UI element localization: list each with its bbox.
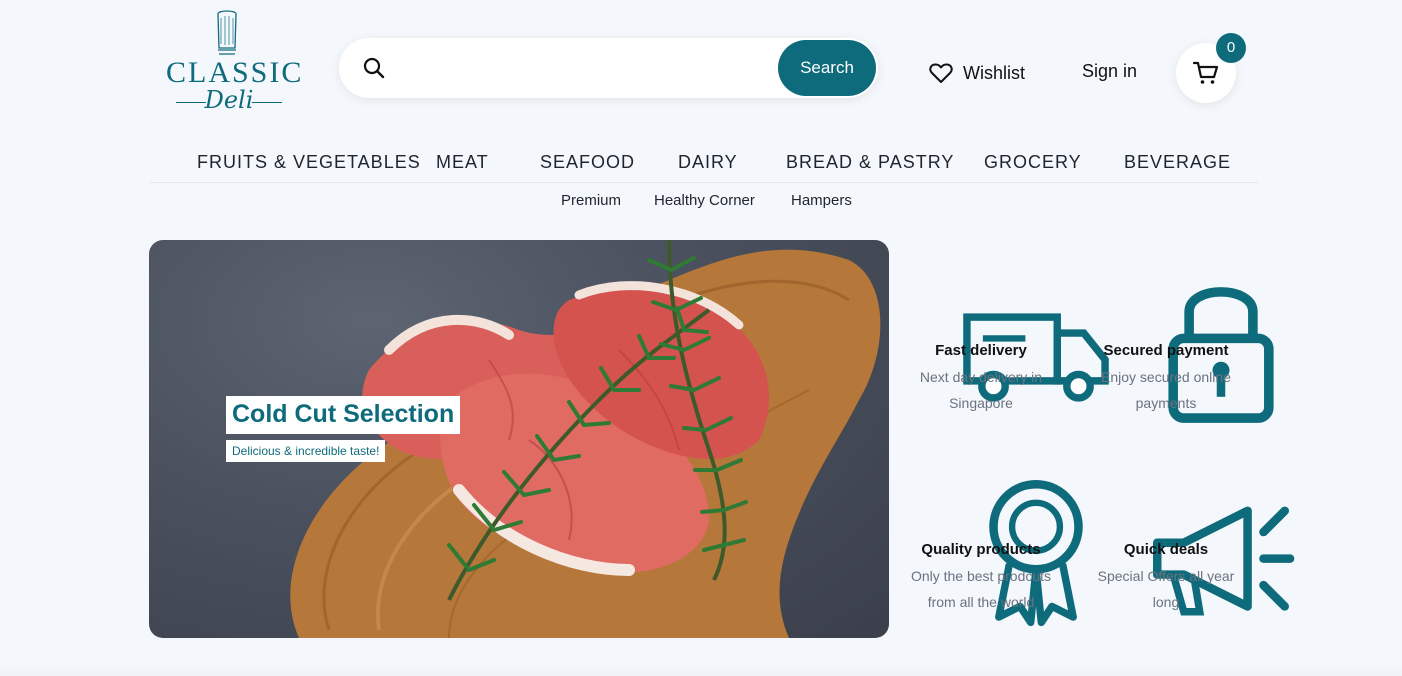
feature-title: Quick deals	[1123, 541, 1209, 558]
signin-link[interactable]: Sign in	[1082, 61, 1137, 82]
nav-item-beverage[interactable]: BEVERAGE	[1124, 152, 1231, 173]
main-nav: FRUITS & VEGETABLES MEAT SEAFOOD DAIRY B…	[150, 148, 1258, 183]
nav-item-fruits-vegetables[interactable]: FRUITS & VEGETABLES	[197, 152, 421, 173]
nav-item-meat[interactable]: MEAT	[436, 152, 489, 173]
cart-count-badge: 0	[1216, 33, 1246, 63]
wishlist-link[interactable]: Wishlist	[929, 58, 1025, 88]
feature-description: Next day delivery in Singapore	[901, 364, 1061, 416]
feature-title: Secured payment	[1103, 342, 1229, 359]
brand-wordmark: CLASSIC	[166, 56, 304, 89]
nav-item-dairy[interactable]: DAIRY	[678, 152, 738, 173]
hero-title: Cold Cut Selection	[226, 396, 461, 434]
logo-rule-right	[252, 102, 282, 103]
nav-item-grocery[interactable]: GROCERY	[984, 152, 1082, 173]
search-icon	[363, 57, 385, 79]
search-button[interactable]: Search	[778, 40, 876, 96]
cart-icon	[1193, 61, 1219, 84]
feature-description-line: Enjoy secured online	[1101, 369, 1231, 385]
brand-script: Deli	[204, 86, 254, 114]
feature-description-line: Only the best prodcuts	[910, 568, 1052, 584]
feature-title: Quality products	[921, 541, 1041, 558]
nav-item-seafood[interactable]: SEAFOOD	[540, 152, 635, 173]
feature-description-line: Special Offers all year	[1097, 568, 1235, 584]
search-bar: Search	[339, 38, 878, 98]
feature-description: Only the best prodcuts from all the worl…	[901, 563, 1061, 615]
feature-description-line: long	[1152, 594, 1180, 610]
hero-image	[290, 240, 881, 638]
feature-title: Fast delivery	[935, 342, 1027, 359]
section-divider-shadow	[0, 664, 1402, 676]
feature-description-line: Next day delivery in	[919, 369, 1043, 385]
nav-item-bread-pastry[interactable]: BREAD & PASTRY	[786, 152, 954, 173]
hero-banner[interactable]: Cold Cut Selection Delicious & incredibl…	[149, 240, 889, 638]
search-input[interactable]	[399, 52, 769, 84]
feature-description: Enjoy secured online payments	[1086, 364, 1246, 416]
subnav-item-healthy-corner[interactable]: Healthy Corner	[654, 192, 755, 209]
hero-subtitle: Delicious & incredible taste!	[226, 440, 386, 462]
brand-logo[interactable]: CLASSIC Deli	[166, 10, 304, 114]
subnav-item-premium[interactable]: Premium	[561, 192, 621, 209]
feature-description: Special Offers all year long	[1086, 563, 1246, 615]
feature-description-line: payments	[1135, 395, 1197, 411]
heart-icon	[929, 63, 953, 83]
feature-description-line: from all the world	[927, 594, 1035, 610]
feature-description-line: Singapore	[949, 395, 1013, 411]
subnav-item-hampers[interactable]: Hampers	[791, 192, 852, 209]
chef-hat-icon	[217, 10, 237, 55]
wishlist-label: Wishlist	[963, 62, 1025, 83]
